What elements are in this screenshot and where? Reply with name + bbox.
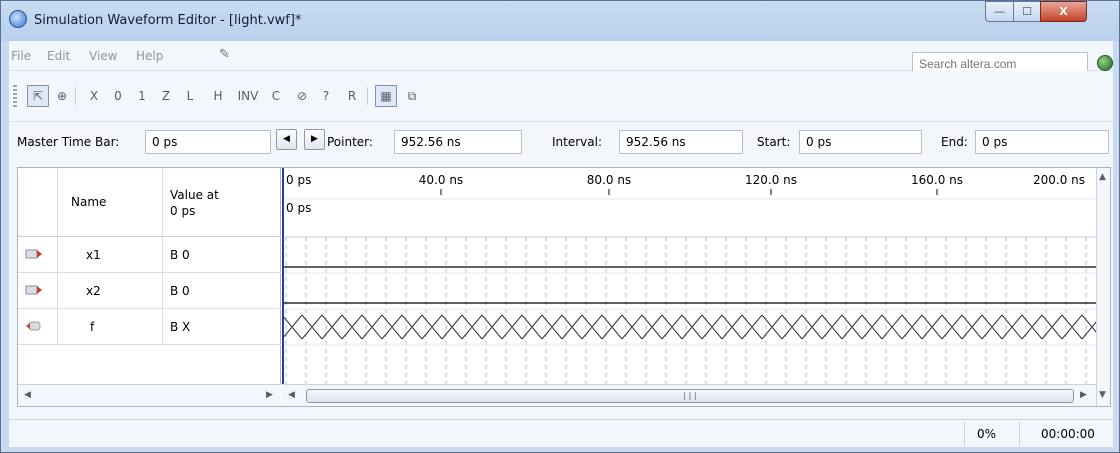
app-icon <box>9 10 27 28</box>
waveform-hscrollbar[interactable]: ◀ | | | ▶ <box>282 384 1096 406</box>
time-tick-label: 120.0 ns <box>745 173 797 187</box>
scroll-left-icon[interactable]: ◀ <box>24 390 31 400</box>
count-value-icon[interactable]: C <box>265 85 287 107</box>
waveform-vscrollbar[interactable]: ▲ ▼ <box>1096 168 1110 406</box>
scroll-down-icon[interactable]: ▼ <box>1099 390 1106 400</box>
force-high-impedance-icon[interactable]: Z <box>155 85 177 107</box>
time-tick-label: 80.0 ns <box>587 173 631 187</box>
waveform-toolbar: ⇱ ⊕ X 0 1 Z L H INV C ⊘? R ▦ ⧉ <box>9 71 1113 121</box>
signal-list-header: Name Value at 0 ps <box>18 168 281 237</box>
waveform-canvas[interactable]: 0 ps 40.0 ns 80.0 ns 120.0 ns 160.0 ns 200.0 … <box>281 168 1103 384</box>
input-pin-icon <box>25 285 42 295</box>
pointer-field[interactable]: 952.56 ns <box>394 130 522 154</box>
arbitrary-value-icon[interactable]: ? <box>315 85 337 107</box>
start-label: Start: <box>757 135 791 149</box>
random-value-icon[interactable]: R <box>341 85 363 107</box>
title-bar: Simulation Waveform Editor - [light.vwf]… <box>1 1 1119 41</box>
scroll-right-icon[interactable]: ▶ <box>266 390 273 400</box>
output-pin-icon <box>26 321 41 331</box>
weak-high-icon[interactable]: H <box>207 85 229 107</box>
wave-scroll-right-icon[interactable]: ▶ <box>1080 390 1087 400</box>
start-field[interactable]: 0 ps <box>799 130 922 154</box>
time-tick-label: 200.0 ns <box>1033 173 1085 187</box>
time-tick-label: 160.0 ns <box>911 173 963 187</box>
status-bar: 0% 00:00:00 <box>9 419 1113 447</box>
menu-bar: File Edit View Help ✎ <box>9 41 1113 75</box>
end-label: End: <box>941 135 968 149</box>
previous-transition-button[interactable]: ◀ <box>276 129 297 150</box>
menu-edit[interactable]: Edit <box>47 49 70 63</box>
next-transition-button[interactable]: ▶ <box>304 129 325 150</box>
sort-icon[interactable]: ⧉ <box>401 85 423 107</box>
signal-value: B X <box>170 320 191 334</box>
signal-list-hscrollbar[interactable]: ◀ ▶ <box>18 384 281 406</box>
master-time-bar-label: Master Time Bar: <box>17 135 120 149</box>
maximize-button[interactable]: ☐ <box>1013 1 1041 22</box>
force-unknown-icon[interactable]: X <box>83 85 105 107</box>
signal-name: x1 <box>86 248 101 262</box>
input-pin-icon <box>25 249 42 259</box>
clock-icon[interactable]: ⊘ <box>291 85 313 107</box>
progress-indicator: 0% <box>977 427 997 441</box>
master-time-bar-field[interactable]: 0 ps <box>145 130 271 154</box>
invert-icon[interactable]: INV <box>237 85 259 107</box>
signal-name: f <box>90 320 95 334</box>
zoom-tool-icon[interactable]: ⊕ <box>51 85 73 107</box>
toolbar-grip[interactable] <box>13 85 17 107</box>
weak-low-icon[interactable]: L <box>179 85 201 107</box>
force-high-icon[interactable]: 1 <box>131 85 153 107</box>
interval-field[interactable]: 952.56 ns <box>619 130 743 154</box>
signal-name: x2 <box>86 284 101 298</box>
window-title: Simulation Waveform Editor - [light.vwf]… <box>34 13 302 28</box>
speech-bubble-icon[interactable]: ✎ <box>219 47 230 62</box>
signal-list: Name Value at 0 ps x1 B 0 x2 B 0 f B X <box>18 168 281 384</box>
time-tick-label: 40.0 ns <box>419 173 463 187</box>
cursor-label: 0 ps <box>286 201 311 215</box>
end-field[interactable]: 0 ps <box>975 130 1109 154</box>
signal-value: B 0 <box>170 248 190 262</box>
menu-view[interactable]: View <box>89 49 117 63</box>
close-button[interactable]: X <box>1040 1 1087 22</box>
elapsed-time: 00:00:00 <box>1041 427 1095 441</box>
column-name-header[interactable]: Name <box>71 195 106 209</box>
wave-scroll-left-icon[interactable]: ◀ <box>288 390 295 400</box>
selection-tool-icon[interactable]: ⇱ <box>27 85 49 107</box>
globe-icon[interactable] <box>1097 55 1113 71</box>
force-low-icon[interactable]: 0 <box>107 85 129 107</box>
waveform-display[interactable]: 0 ps 40.0 ns 80.0 ns 120.0 ns 160.0 ns 200.0 … <box>281 168 1103 384</box>
unknown-state-wave <box>281 314 1103 340</box>
column-value-header-line2[interactable]: 0 ps <box>170 204 195 218</box>
column-value-header-line1[interactable]: Value at <box>170 188 219 202</box>
signal-value: B 0 <box>170 284 190 298</box>
wave-scroll-thumb[interactable]: | | | <box>306 389 1074 403</box>
waveform-grid: Name Value at 0 ps x1 B 0 x2 B 0 f B X ◀ ▶ 0 … <box>17 167 1111 407</box>
minimize-button[interactable]: — <box>985 1 1014 22</box>
pointer-label: Pointer: <box>327 135 373 149</box>
menu-help[interactable]: Help <box>136 49 163 63</box>
scroll-up-icon[interactable]: ▲ <box>1099 172 1106 182</box>
interval-label: Interval: <box>552 135 602 149</box>
time-tick-label: 0 ps <box>286 173 311 187</box>
menu-file[interactable]: File <box>11 49 31 63</box>
snap-to-grid-icon[interactable]: ▦ <box>375 85 397 107</box>
waveform-editor-window: Simulation Waveform Editor - [light.vwf]… <box>0 0 1120 453</box>
